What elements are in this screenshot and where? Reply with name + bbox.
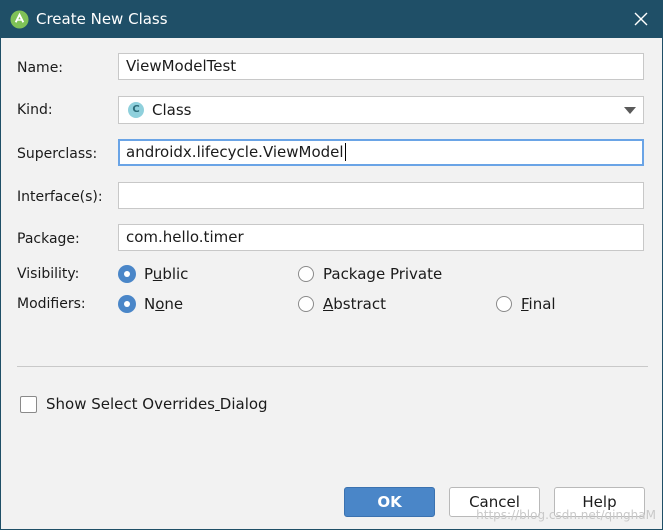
package-label: Package: [17, 231, 80, 247]
interfaces-label: Interface(s): [17, 189, 103, 205]
package-field[interactable]: com.hello.timer [118, 224, 644, 251]
modifier-none-radio[interactable]: None [118, 294, 183, 314]
modifier-abstract-label: Abstract [323, 295, 386, 313]
section-divider [17, 366, 648, 367]
name-field[interactable]: ViewModelTest [118, 53, 644, 80]
superclass-field[interactable]: androidx.lifecycle.ViewModel [118, 139, 644, 166]
visibility-public-label: Public [144, 265, 189, 283]
show-overrides-label: Show Select Overrides Dialog [46, 395, 268, 413]
window-title: Create New Class [36, 10, 168, 28]
modifiers-label: Modifiers: [17, 296, 86, 312]
text-caret [344, 142, 346, 161]
checkbox-indicator [20, 395, 37, 413]
title-bar: Create New Class [1, 1, 662, 38]
package-value: com.hello.timer [126, 228, 244, 246]
modifier-final-radio[interactable]: Final [496, 294, 556, 314]
name-value: ViewModelTest [126, 57, 237, 75]
radio-indicator [118, 295, 136, 313]
name-label: Name: [17, 60, 64, 76]
radio-indicator [118, 265, 136, 283]
kind-dropdown[interactable]: C Class [118, 96, 644, 124]
modifier-abstract-radio[interactable]: Abstract [298, 294, 386, 314]
modifier-final-label: Final [521, 295, 556, 313]
show-overrides-checkbox[interactable]: Show Select Overrides Dialog [20, 394, 268, 414]
visibility-package-private-radio[interactable]: Package Private [298, 264, 442, 284]
visibility-public-radio[interactable]: Public [118, 264, 188, 284]
close-icon [634, 12, 648, 26]
superclass-label: Superclass: [17, 146, 98, 162]
close-button[interactable] [628, 6, 654, 32]
android-studio-icon [10, 10, 29, 29]
dropdown-arrow-icon [624, 107, 636, 114]
kind-label: Kind: [17, 102, 53, 118]
class-kind-icon: C [128, 102, 144, 118]
radio-indicator [496, 296, 512, 312]
radio-indicator [298, 266, 314, 282]
kind-value: Class [152, 101, 192, 119]
superclass-value: androidx.lifecycle.ViewModel [126, 143, 344, 161]
visibility-label: Visibility: [17, 266, 80, 282]
modifier-none-label: None [144, 295, 184, 313]
visibility-package-private-label: Package Private [323, 265, 443, 283]
radio-indicator [298, 296, 314, 312]
ok-button[interactable]: OK [344, 487, 435, 517]
interfaces-field[interactable] [118, 182, 644, 209]
create-new-class-dialog: Create New Class Name: ViewModelTest Kin… [0, 0, 663, 530]
watermark-text: https://blog.csdn.net/qinghaM [476, 508, 656, 522]
